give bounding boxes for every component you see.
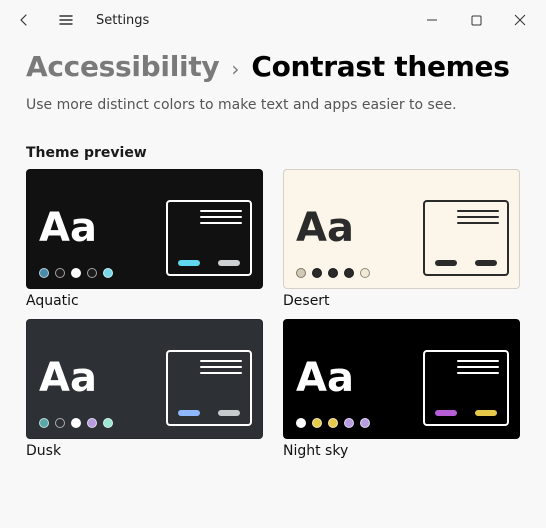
chevron-right-icon: › xyxy=(231,57,239,81)
theme-cell-nightsky: Aa Night sky xyxy=(283,319,520,459)
theme-grid: Aa Aquatic Aa Desert xyxy=(26,169,520,459)
sample-text-icon: Aa xyxy=(39,208,97,248)
sample-text-icon: Aa xyxy=(296,358,354,398)
page-title: Contrast themes xyxy=(251,50,509,83)
swatch xyxy=(103,268,113,278)
sample-text-icon: Aa xyxy=(296,208,354,248)
arrow-left-icon xyxy=(16,12,32,28)
theme-card-dusk[interactable]: Aa xyxy=(26,319,263,439)
panel-preview xyxy=(166,350,252,426)
sample-text-icon: Aa xyxy=(39,358,97,398)
swatch xyxy=(87,268,97,278)
swatch xyxy=(360,418,370,428)
swatch xyxy=(39,268,49,278)
theme-card-aquatic[interactable]: Aa xyxy=(26,169,263,289)
swatch xyxy=(55,418,65,428)
titlebar: Settings xyxy=(0,0,546,40)
panel-preview xyxy=(423,200,509,276)
close-icon xyxy=(514,14,526,26)
back-button[interactable] xyxy=(4,0,44,40)
theme-cell-desert: Aa Desert xyxy=(283,169,520,309)
panel-preview xyxy=(166,200,252,276)
theme-card-desert[interactable]: Aa xyxy=(283,169,520,289)
menu-button[interactable] xyxy=(46,0,86,40)
swatches xyxy=(296,418,370,428)
section-label: Theme preview xyxy=(26,145,520,161)
swatches xyxy=(39,418,113,428)
theme-cell-aquatic: Aa Aquatic xyxy=(26,169,263,309)
swatch xyxy=(328,418,338,428)
swatch xyxy=(71,418,81,428)
minimize-button[interactable] xyxy=(410,0,454,40)
theme-name: Aquatic xyxy=(26,293,263,309)
maximize-icon xyxy=(471,15,482,26)
swatch xyxy=(312,268,322,278)
swatch xyxy=(328,268,338,278)
panel-preview xyxy=(423,350,509,426)
swatches xyxy=(39,268,113,278)
theme-name: Dusk xyxy=(26,443,263,459)
theme-name: Night sky xyxy=(283,443,520,459)
minimize-icon xyxy=(426,14,438,26)
swatch xyxy=(87,418,97,428)
swatch xyxy=(71,268,81,278)
breadcrumb-parent[interactable]: Accessibility xyxy=(26,50,219,83)
swatch xyxy=(39,418,49,428)
page-subtitle: Use more distinct colors to make text an… xyxy=(26,97,520,113)
breadcrumb: Accessibility › Contrast themes xyxy=(26,50,520,83)
swatches xyxy=(296,268,370,278)
swatch xyxy=(55,268,65,278)
swatch xyxy=(296,418,306,428)
swatch xyxy=(344,268,354,278)
close-button[interactable] xyxy=(498,0,542,40)
swatch xyxy=(344,418,354,428)
swatch xyxy=(360,268,370,278)
theme-name: Desert xyxy=(283,293,520,309)
theme-cell-dusk: Aa Dusk xyxy=(26,319,263,459)
swatch xyxy=(312,418,322,428)
theme-card-nightsky[interactable]: Aa xyxy=(283,319,520,439)
swatch xyxy=(296,268,306,278)
swatch xyxy=(103,418,113,428)
maximize-button[interactable] xyxy=(454,0,498,40)
app-title: Settings xyxy=(96,13,149,28)
hamburger-icon xyxy=(58,12,74,28)
